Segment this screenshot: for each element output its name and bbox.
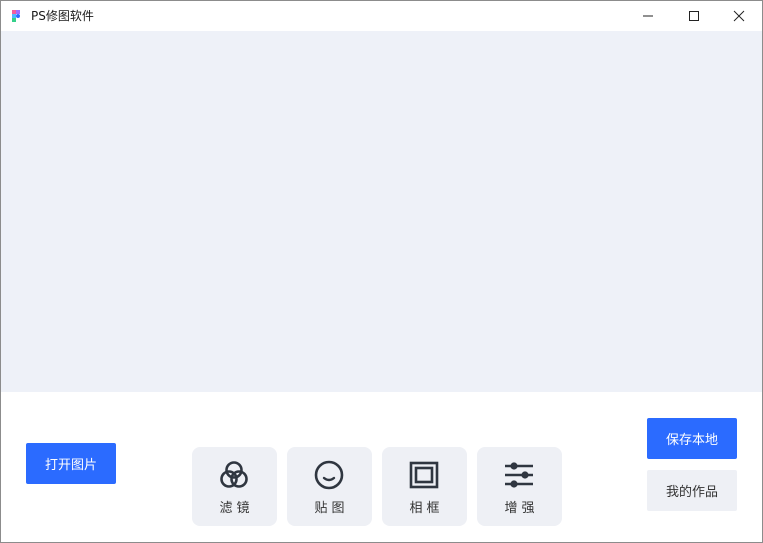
maximize-icon (689, 11, 699, 21)
app-window: PS修图软件 打开图片 滤镜 贴图 相框 增强 保存本地 我的作品 (0, 0, 763, 543)
close-icon (733, 10, 745, 22)
enhance-tool-button[interactable]: 增强 (477, 447, 562, 526)
frame-tool-label: 相框 (409, 501, 444, 516)
sticker-face-icon (314, 460, 344, 490)
sliders-icon (505, 462, 533, 488)
open-image-button[interactable]: 打开图片 (26, 443, 116, 484)
title-bar[interactable]: PS修图软件 (1, 1, 762, 31)
window-title: PS修图软件 (31, 9, 94, 23)
minimize-icon (643, 15, 653, 17)
enhance-tool-label: 增强 (504, 501, 539, 516)
filter-tool-label: 滤镜 (219, 501, 254, 516)
frame-icon (409, 461, 439, 489)
image-canvas[interactable] (1, 31, 762, 392)
sticker-tool-button[interactable]: 贴图 (287, 447, 372, 526)
save-local-button[interactable]: 保存本地 (647, 418, 737, 459)
close-button[interactable] (716, 1, 762, 31)
frame-tool-button[interactable]: 相框 (382, 447, 467, 526)
filter-tool-button[interactable]: 滤镜 (192, 447, 277, 526)
minimize-button[interactable] (625, 1, 671, 31)
maximize-button[interactable] (671, 1, 717, 31)
sticker-tool-label: 贴图 (314, 501, 349, 516)
my-works-button[interactable]: 我的作品 (647, 470, 737, 511)
filter-circles-icon (220, 461, 248, 488)
app-logo-icon (12, 10, 20, 22)
